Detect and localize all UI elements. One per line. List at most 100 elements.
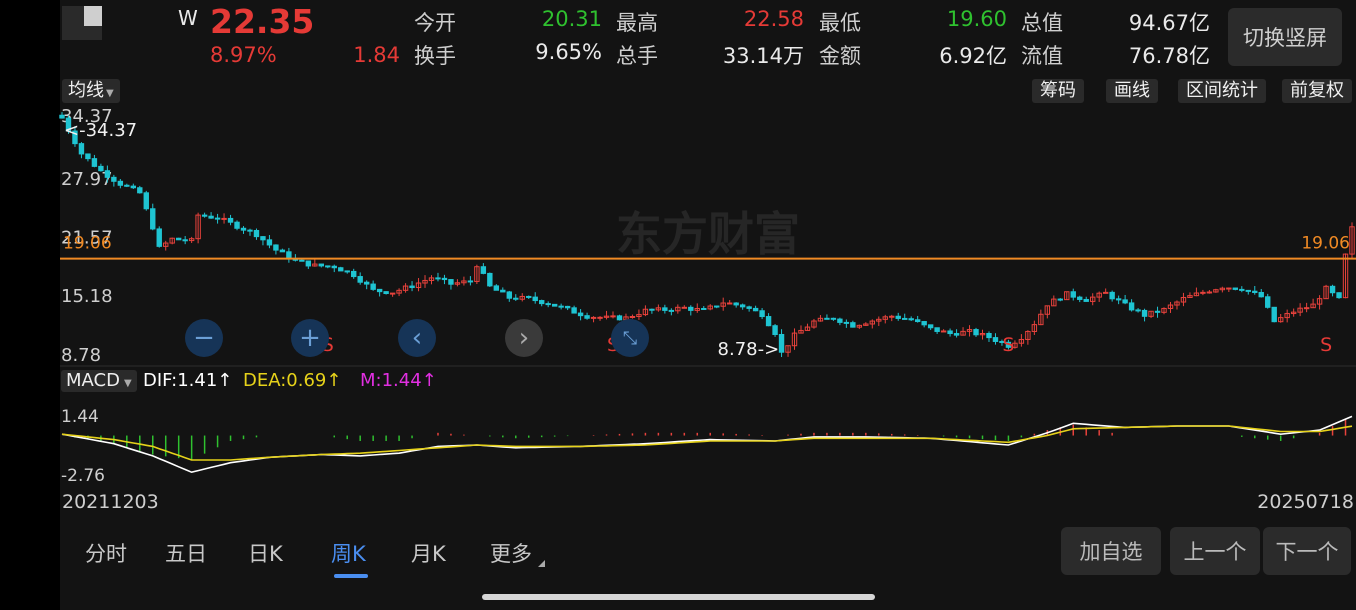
- candle-body: [273, 244, 279, 251]
- zoom-out-button[interactable]: −: [185, 319, 223, 357]
- candle-body: [726, 302, 733, 305]
- candle-body: [895, 315, 901, 319]
- candle-body: [331, 265, 337, 269]
- add-watchlist-button[interactable]: 加自选: [1061, 527, 1161, 575]
- candle-body: [234, 221, 240, 229]
- candle-body: [247, 229, 253, 232]
- scroll-left-button[interactable]: ‹: [398, 319, 436, 357]
- macd-label: MACD: [66, 370, 120, 391]
- candle-body: [487, 272, 493, 287]
- candle-body: [357, 276, 363, 283]
- sell-signal: S: [1320, 334, 1332, 356]
- candle-body: [1122, 299, 1128, 304]
- candle-body: [1115, 298, 1122, 301]
- candle-body: [506, 291, 512, 299]
- tab-weekly-k[interactable]: 周K: [331, 538, 366, 568]
- shrink-button[interactable]: ⤡: [611, 319, 649, 357]
- shrink-icon: ⤡: [622, 327, 638, 349]
- candle-body: [1077, 296, 1083, 300]
- candle-body: [1336, 292, 1342, 299]
- candle-body: [513, 297, 519, 300]
- previous-button[interactable]: 上一个: [1170, 527, 1260, 575]
- dea-line: [61, 425, 1353, 461]
- candle-body: [551, 303, 558, 307]
- more-corner-icon: [538, 560, 545, 567]
- candle-body: [338, 267, 344, 272]
- m-value: M:1.44↑: [360, 370, 437, 391]
- candle-body: [759, 310, 765, 318]
- next-button[interactable]: 下一个: [1263, 527, 1351, 575]
- candle-body: [1329, 285, 1336, 294]
- candle-body: [973, 329, 979, 336]
- candle-body: [649, 308, 655, 311]
- candle-body: [370, 283, 376, 290]
- candle-body: [1102, 291, 1109, 294]
- candle-body: [668, 309, 675, 312]
- sell-signal: S: [1002, 334, 1014, 356]
- candle-body: [389, 292, 396, 295]
- candle-body: [986, 333, 992, 339]
- candle-body: [111, 176, 117, 182]
- candle-body: [182, 239, 188, 242]
- candle-body: [714, 305, 720, 308]
- candle-body: [260, 236, 266, 241]
- candle-body: [701, 307, 707, 310]
- candle-body: [1303, 307, 1310, 310]
- minus-icon: −: [193, 323, 215, 353]
- candle-body: [305, 260, 312, 267]
- max-price-label: <-34.37: [64, 120, 137, 141]
- candle-body: [156, 228, 162, 247]
- candle-body: [1245, 289, 1251, 292]
- candle-body: [739, 304, 746, 308]
- scroll-right-button[interactable]: ›: [505, 319, 543, 357]
- candle-body: [441, 277, 448, 281]
- candle-body: [538, 300, 545, 305]
- candle-body: [610, 315, 616, 318]
- candle-body: [279, 249, 286, 253]
- candle-body: [344, 270, 350, 273]
- candle-body: [765, 316, 772, 327]
- date-start: 20211203: [62, 491, 159, 513]
- dif-line: [61, 415, 1353, 474]
- candle-body: [500, 289, 506, 293]
- candle-body: [526, 295, 532, 298]
- candle-body: [1271, 306, 1277, 323]
- candle-body: [837, 318, 843, 323]
- tab-daily-k[interactable]: 日K: [248, 538, 283, 568]
- y-tick-label: 15.18: [61, 286, 113, 307]
- macd-selector[interactable]: MACD ▼: [61, 370, 137, 392]
- tab-monthly-k[interactable]: 月K: [411, 538, 446, 568]
- candle-body: [778, 334, 785, 353]
- candle-body: [137, 187, 143, 194]
- candle-body: [143, 192, 149, 210]
- tab-intraday[interactable]: 分时: [85, 538, 127, 568]
- chevron-left-icon: ‹: [411, 323, 423, 353]
- candle-body: [733, 302, 739, 306]
- tab-more[interactable]: 更多: [490, 538, 532, 568]
- candlestick-chart[interactable]: 东方财富 34.3727.9721.5715.188.78 19.06 19.0…: [0, 0, 1356, 610]
- candle-body: [953, 333, 960, 336]
- candle-body: [824, 317, 830, 320]
- candle-body: [253, 230, 260, 238]
- candle-body: [629, 315, 636, 318]
- candle-body: [59, 114, 65, 119]
- candle-body: [435, 277, 441, 280]
- candle-body: [214, 217, 221, 220]
- candle-body: [681, 306, 688, 309]
- candle-body: [227, 217, 234, 223]
- candle-body: [383, 291, 389, 295]
- candle-body: [947, 330, 953, 335]
- candle-body: [318, 263, 324, 267]
- candle-body: [830, 317, 837, 320]
- candle-body: [934, 327, 940, 332]
- candle-body: [1083, 298, 1089, 302]
- zoom-in-button[interactable]: +: [291, 319, 329, 357]
- candle-body: [480, 266, 487, 274]
- candle-body: [927, 324, 934, 329]
- candle-body: [940, 330, 947, 333]
- candle-body: [889, 315, 895, 318]
- candle-body: [1252, 290, 1258, 293]
- candle-body: [616, 315, 623, 321]
- tab-five-day[interactable]: 五日: [165, 538, 207, 568]
- reference-line-label-right: 19.06: [1301, 234, 1350, 254]
